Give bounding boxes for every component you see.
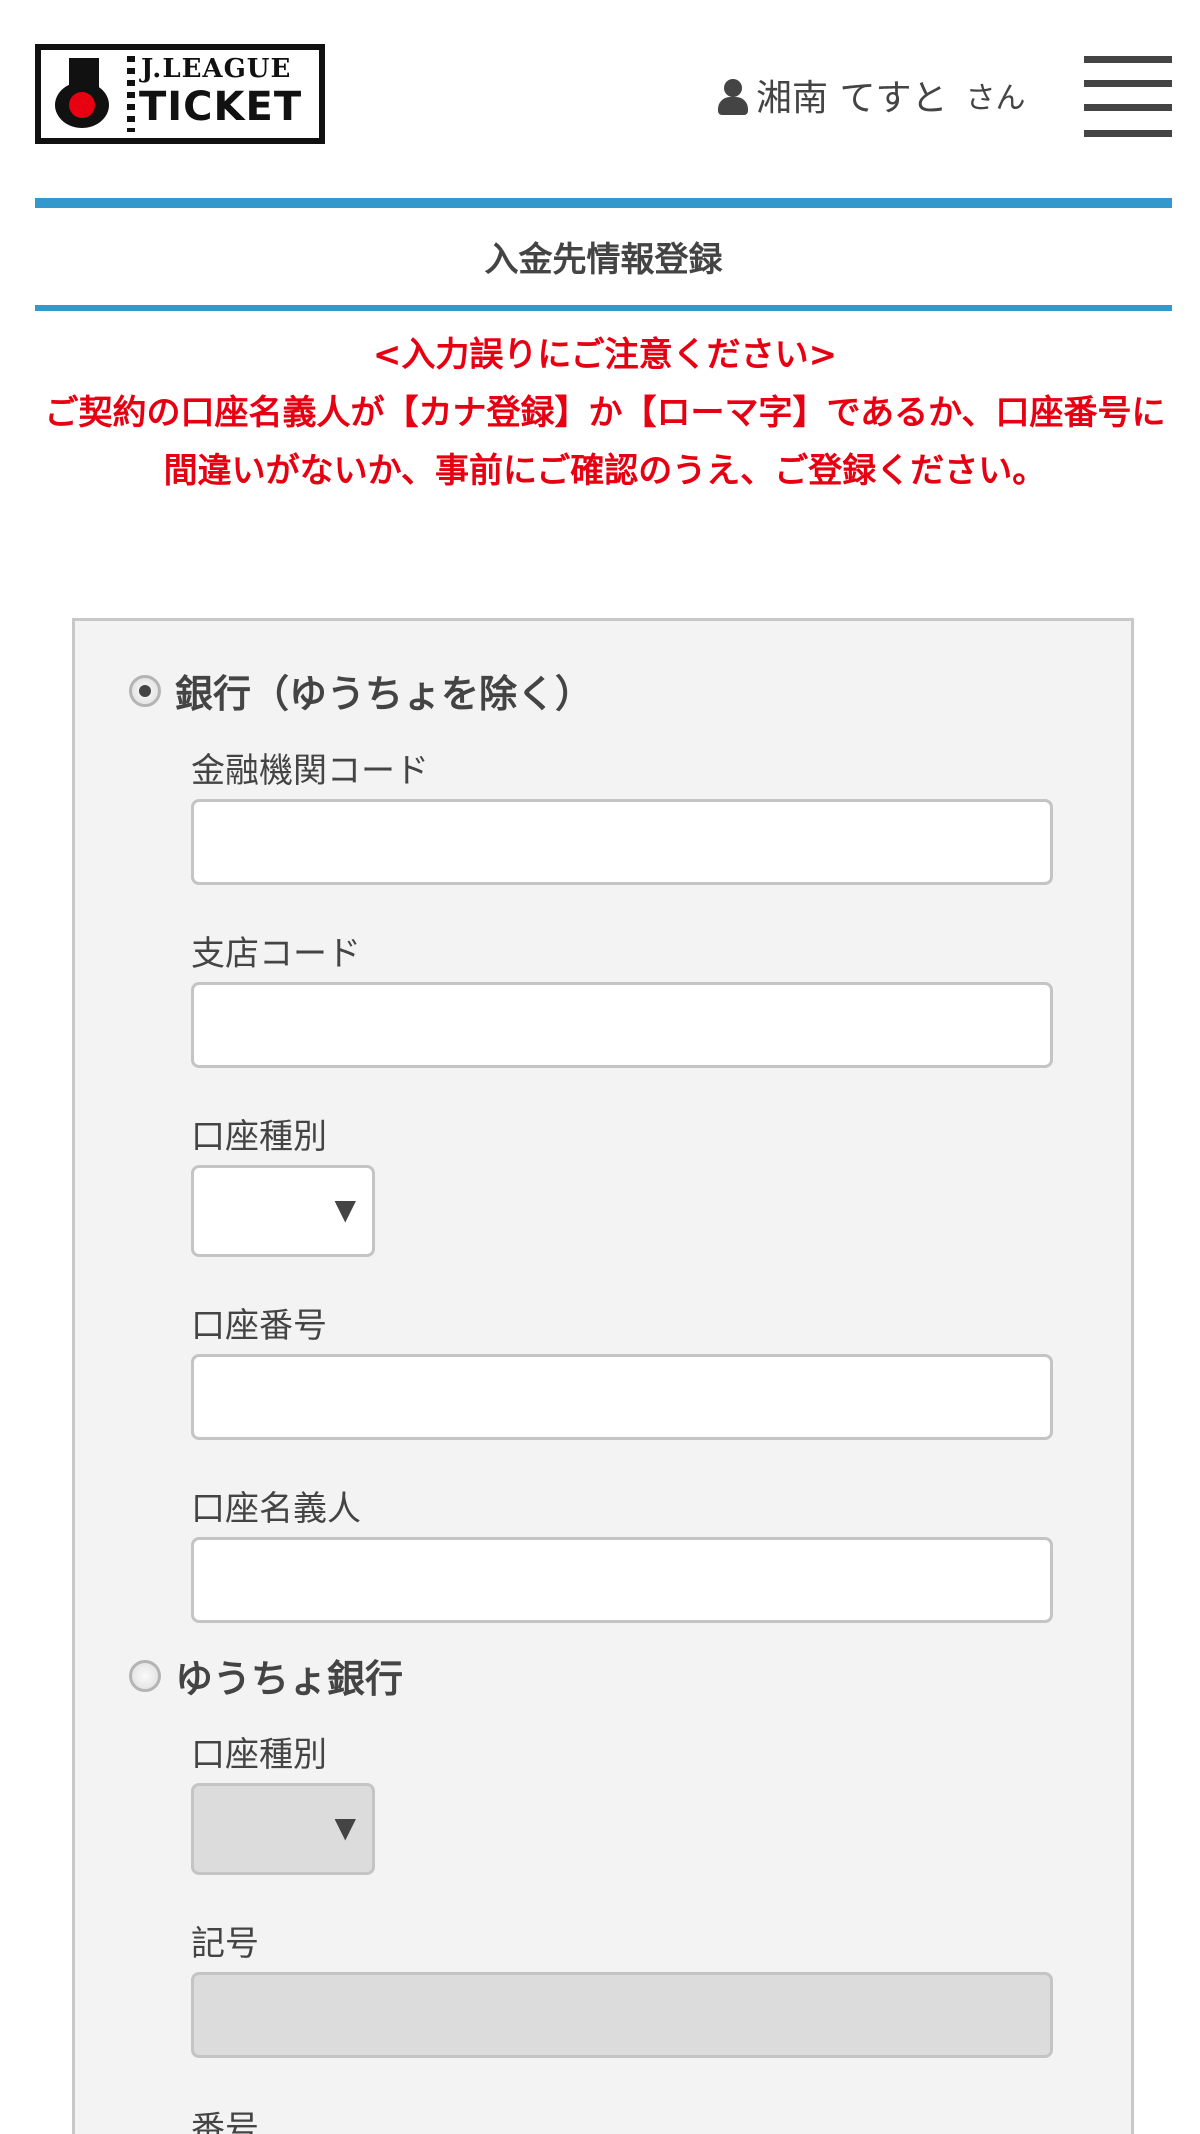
branch-code-label: 支店コード [191, 934, 361, 974]
jleague-ticket-logo[interactable]: J.LEAGUE TICKET [35, 44, 325, 144]
yucho-account-type-label: 口座種別 [191, 1735, 327, 1775]
radio-bank[interactable]: 銀行（ゆうちょを除く） [129, 663, 593, 718]
radio-yucho-label: ゆうちょ銀行 [175, 1657, 404, 1701]
account-number-label: 口座番号 [191, 1306, 327, 1346]
hamburger-menu-icon[interactable] [1084, 54, 1172, 144]
account-holder-input[interactable] [191, 1537, 1053, 1623]
page: J.LEAGUE TICKET 湘南 てすと さん 入金先情報登録 <入力誤りに… [0, 0, 1200, 2134]
number-label: 番号 [191, 2109, 259, 2134]
user-honorific: さん [965, 81, 1026, 116]
institution-code-input[interactable] [191, 799, 1053, 885]
bank-account-type-select[interactable]: ▼ [191, 1165, 375, 1257]
jleague-mark-icon [49, 58, 121, 130]
logo-dots [127, 56, 135, 132]
user-icon [716, 73, 750, 117]
radio-bank-label: 銀行（ゆうちょを除く） [175, 672, 594, 716]
logo-text-top: J.LEAGUE [141, 54, 292, 84]
branch-code-input[interactable] [191, 982, 1053, 1068]
warning-heading: <入力誤りにご注意ください> [372, 335, 838, 375]
account-number-input[interactable] [191, 1354, 1053, 1440]
warning-body: ご契約の口座名義人が【カナ登録】か【ローマ字】であるか、口座番号に間違いがないか… [44, 393, 1166, 491]
symbol-label: 記号 [191, 1924, 259, 1964]
yucho-account-type-select[interactable]: ▼ [191, 1783, 375, 1875]
radio-button-checked[interactable] [129, 674, 161, 707]
dropdown-arrow-icon: ▼ [334, 1193, 356, 1226]
user-name: 湘南 てすと [756, 78, 948, 119]
dropdown-arrow-icon: ▼ [334, 1811, 356, 1844]
header: J.LEAGUE TICKET 湘南 てすと さん [0, 0, 1200, 200]
user-info[interactable]: 湘南 てすと さん [716, 70, 1025, 120]
title-bar: 入金先情報登録 [35, 198, 1172, 311]
symbol-input[interactable] [191, 1972, 1053, 2058]
logo-text-bottom: TICKET [139, 84, 303, 130]
page-title: 入金先情報登録 [484, 240, 723, 280]
bank-account-form: 銀行（ゆうちょを除く） 金融機関コード 支店コード 口座種別 ▼ 口座番号 口座… [72, 618, 1134, 2134]
radio-yucho[interactable]: ゆうちょ銀行 [129, 1648, 403, 1703]
warning-notice: <入力誤りにご注意ください> ご契約の口座名義人が【カナ登録】か【ローマ字】であ… [40, 326, 1170, 500]
bank-account-type-label: 口座種別 [191, 1117, 327, 1157]
institution-code-label: 金融機関コード [191, 751, 429, 791]
account-holder-label: 口座名義人 [191, 1489, 361, 1529]
radio-button-unchecked[interactable] [129, 1659, 161, 1692]
